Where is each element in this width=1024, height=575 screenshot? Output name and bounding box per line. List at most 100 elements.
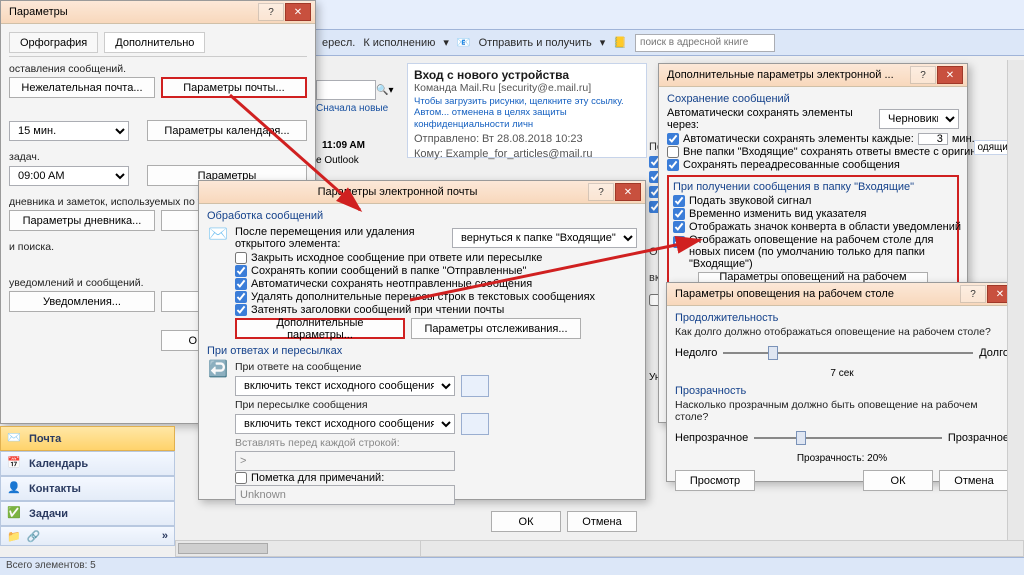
nav-mail[interactable]: ✉️Почта bbox=[0, 426, 175, 451]
junk-mail-button[interactable]: Нежелательная почта... bbox=[9, 77, 155, 98]
horizontal-scrollbar-right[interactable] bbox=[420, 540, 1024, 557]
preview-icon bbox=[461, 413, 489, 435]
duration-long-label: Долго bbox=[979, 347, 1009, 359]
chk-save-sent[interactable]: Сохранять копии сообщений в папке "Отпра… bbox=[235, 265, 637, 277]
search-fragment: 🔍▾ bbox=[316, 80, 406, 100]
save-group-title: Сохранение сообщений bbox=[667, 93, 959, 105]
help-button[interactable]: ? bbox=[910, 66, 936, 84]
onreply-select[interactable]: включить текст исходного сообщения bbox=[235, 376, 455, 396]
reply-icon: ↩️ bbox=[207, 359, 229, 379]
help-button[interactable]: ? bbox=[258, 3, 284, 21]
autosave-every-label: Автоматически сохранять элементы через: bbox=[667, 107, 873, 131]
email-params-title: Параметры электронной почты bbox=[203, 186, 588, 198]
transparency-value: Прозрачность: 20% bbox=[675, 453, 1009, 464]
autosave-min-input[interactable] bbox=[918, 133, 948, 145]
nav-collapse[interactable]: 📁 🔗» bbox=[0, 526, 175, 546]
reminder-select[interactable]: 15 мин. bbox=[9, 121, 129, 141]
email-params-dialog: Параметры электронной почты ? ✕ Обработк… bbox=[198, 180, 646, 500]
search-input[interactable] bbox=[316, 80, 376, 100]
chevron-down-icon: ▾ bbox=[443, 36, 449, 49]
diary-params-button[interactable]: Параметры дневника... bbox=[9, 210, 155, 231]
nav-contacts[interactable]: 👤Контакты bbox=[0, 476, 175, 501]
status-bar: Всего элементов: 5 bbox=[0, 557, 1024, 575]
parameters-title: Параметры bbox=[5, 6, 258, 18]
to-value: Example_for_articles@mail.ru bbox=[446, 148, 593, 160]
prefix-input bbox=[235, 451, 455, 471]
contacts-icon: 👤 bbox=[7, 481, 23, 497]
e-outlook-fragment: e Outlook bbox=[316, 155, 359, 166]
chk-autosave-unsent[interactable]: Автоматически сохранять неотправленные с… bbox=[235, 278, 637, 290]
vertical-scrollbar[interactable] bbox=[1007, 60, 1024, 540]
additional-params-titlebar: Дополнительные параметры электронной ...… bbox=[659, 64, 967, 87]
desktop-notify-dialog: Параметры оповещения на рабочем столе ?✕… bbox=[666, 282, 1018, 482]
advanced-params-button[interactable]: Дополнительные параметры... bbox=[235, 318, 405, 339]
toolbar-sendrecv[interactable]: Отправить и получить bbox=[479, 37, 592, 49]
chk-shade-headers[interactable]: Затенять заголовки сообщений при чтении … bbox=[235, 304, 637, 316]
transparency-question: Насколько прозрачным должно быть оповеще… bbox=[675, 399, 1009, 423]
chevron-icon: » bbox=[162, 530, 168, 542]
duration-question: Как долго должно отображаться оповещение… bbox=[675, 326, 1009, 338]
close-button[interactable]: ✕ bbox=[285, 3, 311, 21]
nav-calendar[interactable]: 📅Календарь bbox=[0, 451, 175, 476]
transparent-label: Прозрачное bbox=[948, 432, 1009, 444]
chk-close-original[interactable]: Закрыть исходное сообщение при ответе ил… bbox=[235, 252, 637, 264]
after-action-select[interactable]: вернуться к папке "Входящие" bbox=[452, 228, 637, 248]
onfwd-label: При пересылке сообщения bbox=[235, 399, 637, 411]
close-button[interactable]: ✕ bbox=[937, 66, 963, 84]
transparency-slider[interactable] bbox=[754, 429, 942, 447]
nav-tasks[interactable]: ✅Задачи bbox=[0, 501, 175, 526]
chk-show-envelope[interactable]: Отображать значок конверта в области уве… bbox=[673, 221, 953, 233]
sort-newest[interactable]: Сначала новые bbox=[316, 103, 388, 114]
desktop-notify-title: Параметры оповещения на рабочем столе bbox=[671, 288, 960, 300]
outlook-toolbar: ересл. К исполнению▾ 📧Отправить и получи… bbox=[316, 30, 1024, 56]
sent-value: Вт 28.08.2018 10:23 bbox=[482, 133, 583, 145]
scrollbar-thumb[interactable] bbox=[178, 543, 268, 554]
opaque-label: Непрозрачное bbox=[675, 432, 748, 444]
chk-remove-linebreaks[interactable]: Удалять дополнительные переносы строк в … bbox=[235, 291, 637, 303]
cancel-button[interactable]: Отмена bbox=[567, 511, 637, 532]
onfwd-select[interactable]: включить текст исходного сообщения bbox=[235, 414, 455, 434]
tracking-params-button[interactable]: Параметры отслеживания... bbox=[411, 318, 581, 339]
chk-change-cursor[interactable]: Временно изменить вид указателя bbox=[673, 208, 953, 220]
message-from: Команда Mail.Ru [security@e.mail.ru] bbox=[414, 82, 640, 94]
toolbar-followup[interactable]: К исполнению bbox=[363, 37, 435, 49]
chk-save-forwarded[interactable]: Сохранять переадресованные сообщения bbox=[667, 159, 959, 171]
mail-params-button[interactable]: Параметры почты... bbox=[161, 77, 307, 98]
calendar-params-button[interactable]: Параметры календаря... bbox=[147, 120, 307, 141]
duration-short-label: Недолго bbox=[675, 347, 717, 359]
duration-slider[interactable] bbox=[723, 344, 973, 362]
transparency-group-title: Прозрачность bbox=[675, 385, 1009, 397]
desktop-notify-titlebar: Параметры оповещения на рабочем столе ?✕ bbox=[667, 283, 1017, 306]
ok-button[interactable]: ОК bbox=[491, 511, 561, 532]
to-label: Кому: bbox=[414, 148, 443, 160]
chk-desktop-alert[interactable]: Отображать оповещение на рабочем столе д… bbox=[673, 234, 953, 270]
chk-play-sound[interactable]: Подать звуковой сигнал bbox=[673, 195, 953, 207]
duration-value: 7 сек bbox=[675, 368, 1009, 379]
help-button[interactable]: ? bbox=[588, 183, 614, 201]
cancel-button[interactable]: Отмена bbox=[939, 470, 1009, 491]
toolbar-reply[interactable]: ересл. bbox=[322, 37, 355, 49]
chk-save-outside-inbox[interactable]: Вне папки "Входящие" сохранять ответы вм… bbox=[667, 146, 959, 158]
help-button[interactable]: ? bbox=[960, 285, 986, 303]
message-subject: Вход с нового устройства bbox=[414, 68, 640, 82]
shortcut-icon: 🔗 bbox=[27, 530, 41, 543]
notifications-button[interactable]: Уведомления... bbox=[9, 291, 155, 312]
book-icon[interactable]: 📒 bbox=[613, 36, 627, 49]
autosave-folder-select[interactable]: Черновики bbox=[879, 109, 959, 129]
address-book-search-input[interactable] bbox=[635, 34, 775, 52]
close-button[interactable]: ✕ bbox=[615, 183, 641, 201]
task-time-select[interactable]: 09:00 AM bbox=[9, 166, 129, 186]
tasks-icon: ✅ bbox=[7, 506, 23, 522]
ok-button[interactable]: ОК bbox=[863, 470, 933, 491]
processing-group-title: Обработка сообщений bbox=[207, 210, 637, 222]
chk-autosave-each[interactable]: Автоматически сохранять элементы каждые:… bbox=[667, 133, 959, 145]
preview-button[interactable]: Просмотр bbox=[675, 470, 755, 491]
chk-mark-comments[interactable]: Пометка для примечаний: bbox=[235, 472, 637, 484]
message-infobar[interactable]: Чтобы загрузить рисунки, щелкните эту сс… bbox=[414, 96, 640, 130]
tab-advanced[interactable]: Дополнительно bbox=[104, 32, 205, 53]
outlook-nav: ✉️Почта 📅Календарь 👤Контакты ✅Задачи 📁 🔗… bbox=[0, 426, 175, 546]
mail-icon: ✉️ bbox=[207, 224, 229, 244]
parameters-titlebar: Параметры ? ✕ bbox=[1, 1, 315, 24]
mark-input bbox=[235, 485, 455, 505]
tab-spelling[interactable]: Орфография bbox=[9, 32, 98, 53]
